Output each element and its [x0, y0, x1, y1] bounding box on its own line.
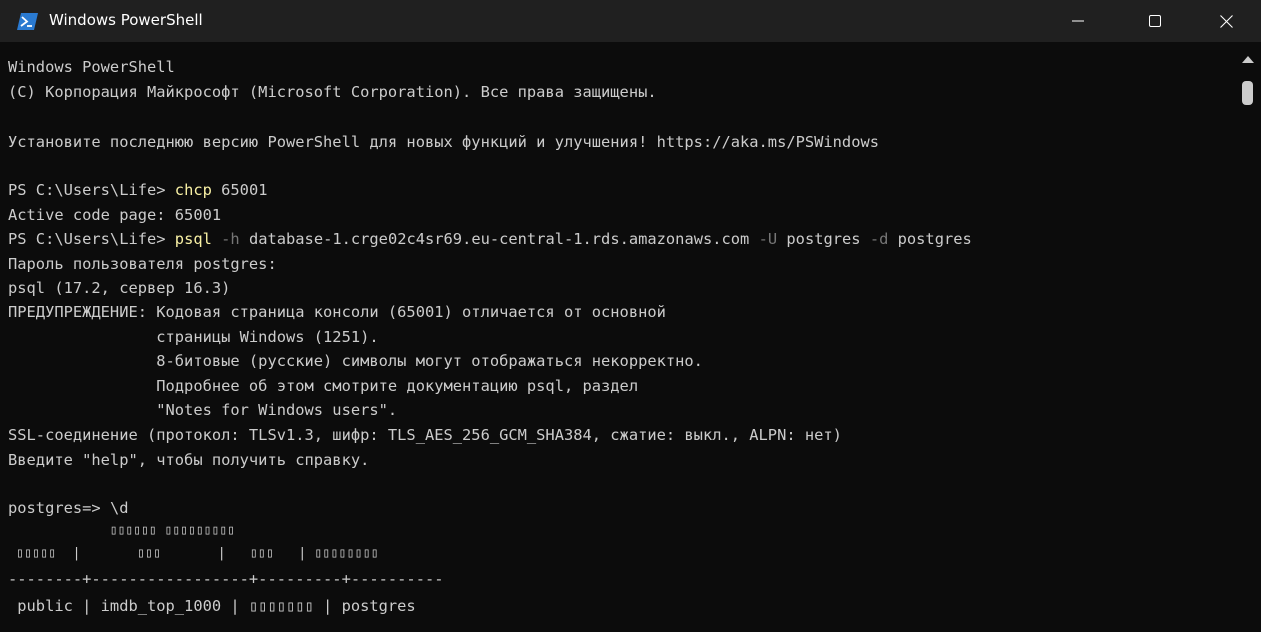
scroll-up-arrow-icon[interactable]	[1242, 56, 1254, 63]
vertical-scrollbar[interactable]	[1236, 42, 1261, 632]
close-button[interactable]	[1196, 0, 1256, 42]
scroll-thumb[interactable]	[1242, 81, 1253, 105]
terminal-output[interactable]: Windows PowerShell (C) Корпорация Майкро…	[0, 54, 1236, 632]
command-line-chcp: PS C:\Users\Life> chcp 65001	[8, 179, 267, 201]
copyright-line: (C) Корпорация Майкрософт (Microsoft Cor…	[8, 83, 657, 101]
table-title: ▯▯▯▯▯▯ ▯▯▯▯▯▯▯▯▯	[8, 523, 235, 538]
warning-line: страницы Windows (1251).	[8, 328, 379, 346]
banner-line: Windows PowerShell	[8, 58, 175, 76]
warning-line: ПРЕДУПРЕЖДЕНИЕ: Кодовая страница консоли…	[8, 303, 666, 321]
psql-version-line: psql (17.2, сервер 16.3)	[8, 279, 231, 297]
command-line-psql: PS C:\Users\Life> psql -h database-1.crg…	[8, 228, 972, 250]
title-bar[interactable]: Windows PowerShell	[0, 0, 1261, 42]
minimize-button[interactable]	[1048, 0, 1108, 42]
warning-line: Подробнее об этом смотрите документацию …	[8, 377, 639, 395]
command-argument: postgres	[888, 230, 972, 248]
table-row: public | imdb_top_1000 | ▯▯▯▯▯▯▯ | postg…	[8, 597, 416, 615]
prompt: PS C:\Users\Life>	[8, 181, 175, 199]
window-title: Windows PowerShell	[49, 11, 203, 29]
command-flag: -h	[211, 230, 240, 248]
warning-line: "Notes for Windows users".	[8, 401, 398, 419]
powershell-window: Windows PowerShell Windows PowerShell (C…	[0, 0, 1261, 632]
password-prompt-line: Пароль пользователя postgres:	[8, 255, 277, 273]
table-separator: --------+-----------------+---------+---…	[8, 570, 444, 588]
psql-prompt: postgres=>	[8, 499, 110, 517]
warning-line: 8-битовые (русские) символы могут отобра…	[8, 352, 703, 370]
command-argument: postgres	[777, 230, 861, 248]
ssl-info-line: SSL-соединение (протокол: TLSv1.3, шифр:…	[8, 426, 842, 444]
command-flag: -d	[860, 230, 889, 248]
psql-command: \d	[109, 499, 129, 517]
command-argument: 65001	[211, 181, 268, 199]
command-name: chcp	[174, 181, 212, 199]
command-argument: database-1.crge02c4sr69.eu-central-1.rds…	[239, 230, 750, 248]
close-icon	[1219, 14, 1233, 28]
help-hint-line: Введите "help", чтобы получить справку.	[8, 451, 370, 469]
maximize-icon	[1149, 15, 1161, 27]
psql-command-line: postgres=> \d	[8, 497, 128, 519]
maximize-button[interactable]	[1125, 0, 1185, 42]
command-name: psql	[174, 230, 212, 248]
output-line: Active code page: 65001	[8, 206, 222, 224]
command-flag: -U	[749, 230, 778, 248]
prompt: PS C:\Users\Life>	[8, 230, 175, 248]
table-header: ▯▯▯▯▯ | ▯▯▯ | ▯▯▯ | ▯▯▯▯▯▯▯▯	[8, 546, 379, 561]
minimize-icon	[1072, 15, 1084, 27]
upgrade-notice-line: Установите последнюю версию PowerShell д…	[8, 133, 879, 151]
powershell-icon	[17, 13, 38, 30]
